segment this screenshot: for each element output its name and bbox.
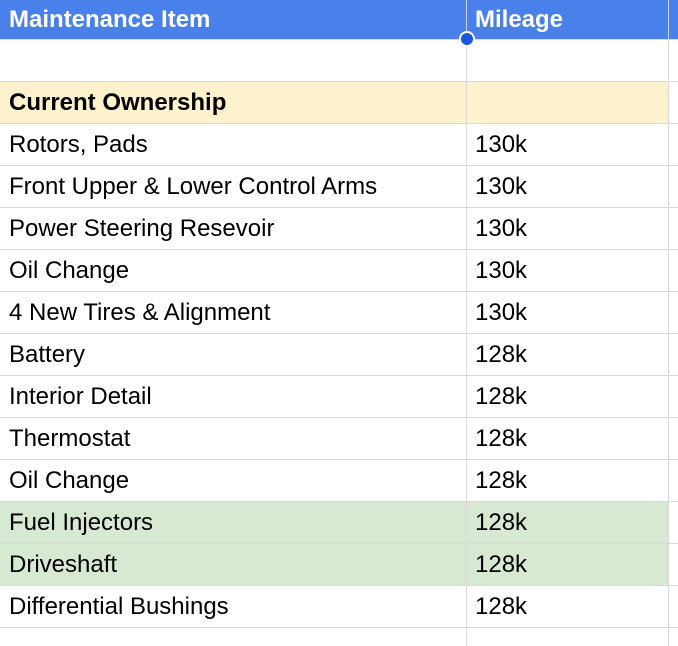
table-row: Thermostat 128k <box>0 418 678 460</box>
item-cell[interactable]: Front Upper & Lower Control Arms <box>0 166 467 207</box>
item-text: Driveshaft <box>9 550 118 578</box>
next-cell[interactable] <box>669 502 678 543</box>
item-text: Oil Change <box>9 256 130 284</box>
mileage-cell[interactable]: 128k <box>467 418 669 459</box>
item-cell[interactable]: Battery <box>0 334 467 375</box>
mileage-cell[interactable]: 128k <box>467 502 669 543</box>
mileage-cell[interactable]: 130k <box>467 250 669 291</box>
mileage-cell[interactable]: 128k <box>467 334 669 375</box>
mileage-cell[interactable]: 130k <box>467 208 669 249</box>
cell-empty-a[interactable] <box>0 628 467 646</box>
item-text: Battery <box>9 340 86 368</box>
mileage-cell[interactable]: 128k <box>467 376 669 417</box>
item-cell[interactable]: Interior Detail <box>0 376 467 417</box>
mileage-text: 128k <box>475 508 528 536</box>
next-cell[interactable] <box>669 334 678 375</box>
mileage-text: 128k <box>475 592 528 620</box>
header-row: Maintenance Item Mileage <box>0 0 678 40</box>
spreadsheet-grid: Maintenance Item Mileage Current Ownersh… <box>0 0 678 646</box>
table-row: Driveshaft 128k <box>0 544 678 586</box>
item-text: Interior Detail <box>9 382 152 410</box>
header-cell-maintenance-item[interactable]: Maintenance Item <box>0 0 467 39</box>
table-row: Front Upper & Lower Control Arms 130k <box>0 166 678 208</box>
mileage-cell[interactable]: 128k <box>467 544 669 585</box>
next-cell[interactable] <box>669 586 678 627</box>
item-cell[interactable]: Driveshaft <box>0 544 467 585</box>
item-cell[interactable]: Rotors, Pads <box>0 124 467 165</box>
mileage-text: 130k <box>475 130 528 158</box>
table-row: Oil Change 128k <box>0 460 678 502</box>
item-cell[interactable]: Fuel Injectors <box>0 502 467 543</box>
mileage-text: 130k <box>475 172 528 200</box>
next-cell[interactable] <box>669 250 678 291</box>
selection-fill-handle[interactable] <box>459 31 475 47</box>
item-cell[interactable]: Power Steering Resevoir <box>0 208 467 249</box>
header-cell-mileage[interactable]: Mileage <box>467 0 669 39</box>
header-cell-next[interactable] <box>669 0 678 39</box>
table-row: Differential Bushings 128k <box>0 586 678 628</box>
item-text: Differential Bushings <box>9 592 229 620</box>
cell-empty-b[interactable] <box>467 628 669 646</box>
item-text: Rotors, Pads <box>9 130 148 158</box>
item-cell[interactable]: Thermostat <box>0 418 467 459</box>
cell-empty-a[interactable] <box>0 40 467 81</box>
table-row: Battery 128k <box>0 334 678 376</box>
section-row: Current Ownership <box>0 82 678 124</box>
section-cell-next[interactable] <box>669 82 678 123</box>
item-cell[interactable]: Oil Change <box>0 460 467 501</box>
mileage-text: 128k <box>475 466 528 494</box>
mileage-text: 128k <box>475 424 528 452</box>
mileage-cell[interactable]: 130k <box>467 292 669 333</box>
next-cell[interactable] <box>669 208 678 249</box>
item-text: Power Steering Resevoir <box>9 214 275 242</box>
header-label-maintenance-item: Maintenance Item <box>9 5 211 33</box>
item-text: Oil Change <box>9 466 130 494</box>
mileage-text: 130k <box>475 214 528 242</box>
mileage-cell[interactable]: 130k <box>467 124 669 165</box>
item-text: Thermostat <box>9 424 131 452</box>
next-cell[interactable] <box>669 544 678 585</box>
table-row: Rotors, Pads 130k <box>0 124 678 166</box>
cell-empty-c[interactable] <box>669 628 678 646</box>
header-label-mileage: Mileage <box>475 5 564 33</box>
item-text: Fuel Injectors <box>9 508 154 536</box>
table-row: Fuel Injectors 128k <box>0 502 678 544</box>
item-text: Front Upper & Lower Control Arms <box>9 172 378 200</box>
item-cell[interactable]: 4 New Tires & Alignment <box>0 292 467 333</box>
mileage-cell[interactable]: 130k <box>467 166 669 207</box>
next-cell[interactable] <box>669 418 678 459</box>
cell-empty-c[interactable] <box>669 40 678 81</box>
table-row: Oil Change 130k <box>0 250 678 292</box>
section-cell-label[interactable]: Current Ownership <box>0 82 467 123</box>
mileage-text: 128k <box>475 340 528 368</box>
table-row-empty <box>0 40 678 82</box>
item-cell[interactable]: Differential Bushings <box>0 586 467 627</box>
item-text: 4 New Tires & Alignment <box>9 298 271 326</box>
mileage-text: 130k <box>475 298 528 326</box>
mileage-text: 130k <box>475 256 528 284</box>
item-cell[interactable]: Oil Change <box>0 250 467 291</box>
cell-empty-b[interactable] <box>467 40 669 81</box>
mileage-text: 128k <box>475 550 528 578</box>
section-label: Current Ownership <box>9 88 227 116</box>
mileage-cell[interactable]: 128k <box>467 586 669 627</box>
section-cell-mileage[interactable] <box>467 82 669 123</box>
mileage-text: 128k <box>475 382 528 410</box>
mileage-cell[interactable]: 128k <box>467 460 669 501</box>
table-row: Interior Detail 128k <box>0 376 678 418</box>
next-cell[interactable] <box>669 292 678 333</box>
table-row: 4 New Tires & Alignment 130k <box>0 292 678 334</box>
table-row: Power Steering Resevoir 130k <box>0 208 678 250</box>
next-cell[interactable] <box>669 376 678 417</box>
table-row-empty <box>0 628 678 646</box>
next-cell[interactable] <box>669 166 678 207</box>
next-cell[interactable] <box>669 124 678 165</box>
next-cell[interactable] <box>669 460 678 501</box>
